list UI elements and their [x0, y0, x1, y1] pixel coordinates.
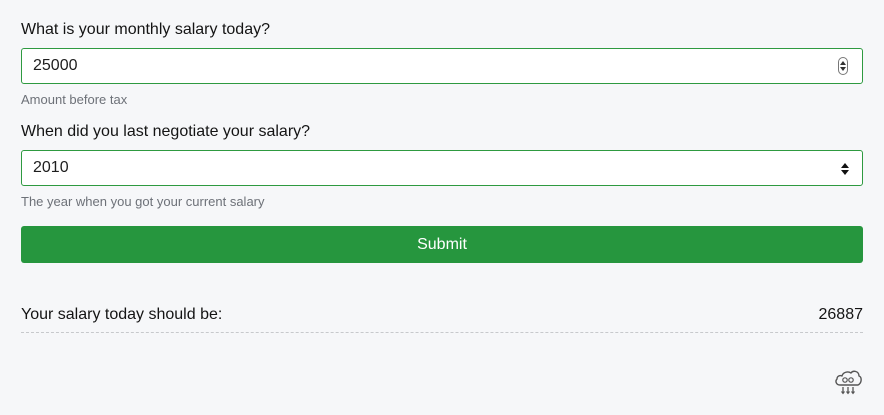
negotiation-year-value: 2010 [33, 159, 69, 176]
salary-question-label: What is your monthly salary today? [21, 21, 270, 38]
salary-input[interactable]: 25000 [21, 48, 863, 84]
submit-button[interactable]: Submit [21, 226, 863, 263]
select-arrows-icon [841, 162, 849, 176]
salary-input-value: 25000 [33, 57, 78, 74]
result-row: Your salary today should be: 26887 [21, 304, 863, 333]
number-spinner-icon[interactable] [838, 57, 848, 75]
negotiation-year-select[interactable]: 2010 [21, 150, 863, 186]
salary-hint: Amount before tax [21, 92, 128, 107]
negotiation-question-label: When did you last negotiate your salary? [21, 123, 311, 140]
result-label: Your salary today should be: [21, 306, 223, 323]
cloud-go-icon[interactable] [833, 366, 863, 396]
result-value: 26887 [818, 306, 864, 323]
negotiation-hint: The year when you got your current salar… [21, 194, 265, 209]
